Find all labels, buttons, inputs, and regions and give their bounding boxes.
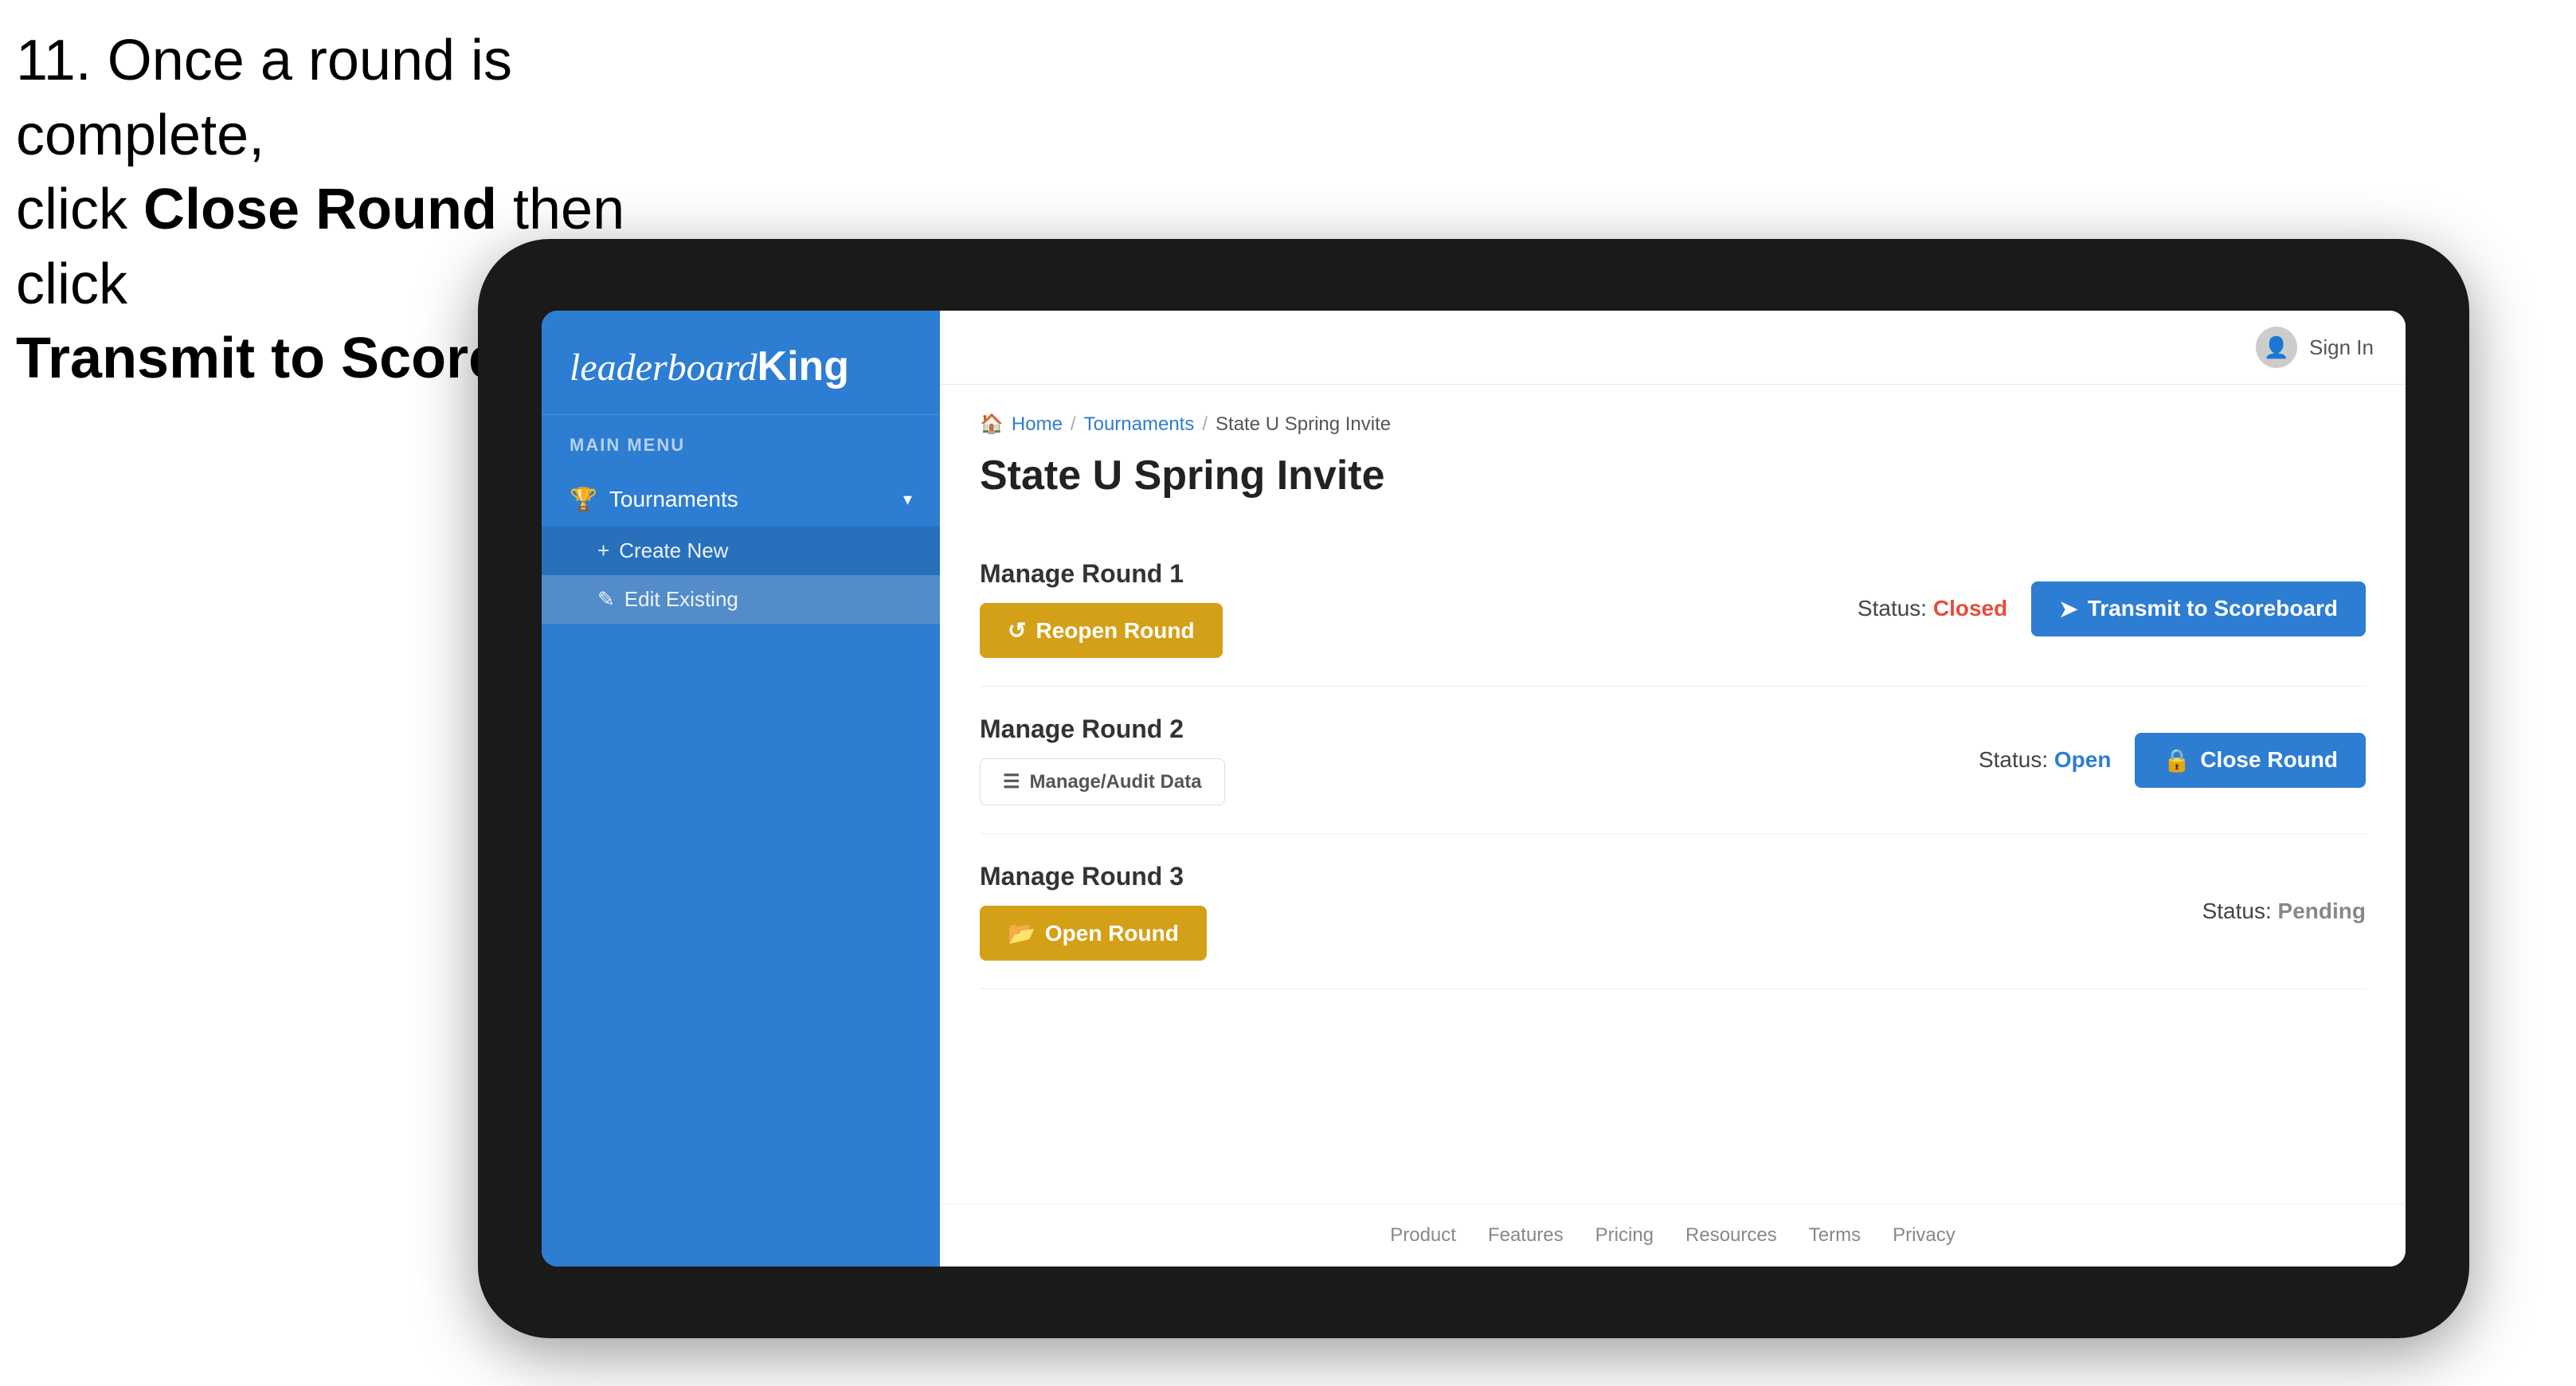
audit-icon: ☰ (1003, 770, 1020, 793)
reopen-round-button[interactable]: ↺ Reopen Round (980, 603, 1223, 658)
transmit-scoreboard-label: Transmit to Scoreboard (2088, 596, 2338, 621)
breadcrumb-home[interactable]: Home (1012, 413, 1063, 436)
round-3-left: Manage Round 3 📂 Open Round (980, 862, 1207, 961)
round-1-status-label: Status: (1858, 596, 1927, 621)
round-2-left: Manage Round 2 ☰ Manage/Audit Data (980, 715, 1225, 805)
round-2-right: Status: Open 🔒 Close Round (1979, 733, 2366, 788)
sign-in-area[interactable]: 👤 Sign In (2256, 327, 2374, 368)
footer: Product Features Pricing Resources Terms… (940, 1204, 2406, 1267)
instruction-bold1: Close Round (143, 178, 497, 241)
manage-audit-label: Manage/Audit Data (1030, 771, 1202, 793)
close-round-button[interactable]: 🔒 Close Round (2135, 733, 2366, 788)
round-1-title: Manage Round 1 (980, 559, 1223, 589)
breadcrumb-tournaments[interactable]: Tournaments (1084, 413, 1195, 436)
sub-nav: + Create New ✎ Edit Existing (542, 527, 940, 624)
sidebar-item-edit-existing[interactable]: ✎ Edit Existing (542, 575, 940, 624)
app-layout: leaderboardKing MAIN MENU 🏆 Tournaments … (542, 311, 2406, 1267)
footer-privacy[interactable]: Privacy (1893, 1224, 1955, 1247)
round-2-status: Status: Open (1979, 747, 2112, 773)
round-2-title: Manage Round 2 (980, 715, 1225, 744)
open-icon: 📂 (1008, 920, 1035, 946)
sidebar-nav: 🏆 Tournaments ▾ + Create New ✎ Edit Exis… (542, 464, 940, 632)
round-1-left: Manage Round 1 ↺ Reopen Round (980, 559, 1223, 658)
page-title: State U Spring Invite (980, 452, 2366, 499)
round-3-status-label: Status: (2202, 899, 2272, 923)
tablet-device: leaderboardKing MAIN MENU 🏆 Tournaments … (478, 239, 2469, 1338)
round-2-status-value: Open (2054, 747, 2112, 772)
round-3-title: Manage Round 3 (980, 862, 1207, 891)
logo-area: leaderboardKing (542, 311, 940, 415)
sidebar-item-tournaments[interactable]: 🏆 Tournaments ▾ (542, 472, 940, 527)
open-round-button[interactable]: 📂 Open Round (980, 906, 1207, 961)
chevron-down-icon: ▾ (903, 489, 912, 510)
main-content: 👤 Sign In 🏠 Home / Tournaments / State U… (940, 311, 2406, 1267)
instruction-line2: click (16, 178, 143, 241)
edit-icon: ✎ (597, 587, 615, 612)
home-icon: 🏠 (980, 413, 1004, 436)
breadcrumb-current: State U Spring Invite (1216, 413, 1391, 436)
round-1-section: Manage Round 1 ↺ Reopen Round Status: Cl… (980, 531, 2366, 687)
trophy-icon: 🏆 (570, 486, 597, 512)
create-new-label: Create New (619, 538, 728, 563)
round-2-section: Manage Round 2 ☰ Manage/Audit Data Statu… (980, 687, 2366, 834)
round-1-right: Status: Closed ➤ Transmit to Scoreboard (1858, 581, 2366, 636)
breadcrumb-sep2: / (1202, 413, 1208, 436)
avatar: 👤 (2256, 327, 2297, 368)
footer-terms[interactable]: Terms (1809, 1224, 1861, 1247)
logo: leaderboardKing (570, 343, 912, 390)
edit-existing-label: Edit Existing (624, 587, 738, 612)
round-3-section: Manage Round 3 📂 Open Round Status: Pend… (980, 834, 2366, 989)
top-bar: 👤 Sign In (940, 311, 2406, 385)
round-1-status: Status: Closed (1858, 596, 2007, 621)
footer-resources[interactable]: Resources (1685, 1224, 1777, 1247)
plus-icon: + (597, 538, 609, 563)
instruction-line1: 11. Once a round is complete, (16, 29, 512, 167)
close-round-label: Close Round (2200, 747, 2338, 773)
sign-in-label[interactable]: Sign In (2309, 335, 2374, 360)
main-menu-label: MAIN MENU (542, 415, 940, 464)
logo-leaderboard: leaderboard (570, 346, 758, 389)
round-3-right: Status: Pending (2202, 899, 2366, 924)
sidebar: leaderboardKing MAIN MENU 🏆 Tournaments … (542, 311, 940, 1267)
reopen-round-label: Reopen Round (1035, 618, 1194, 644)
open-round-label: Open Round (1045, 921, 1179, 946)
sidebar-item-create-new[interactable]: + Create New (542, 527, 940, 575)
tournaments-nav-label: Tournaments (609, 487, 891, 512)
tablet-screen: leaderboardKing MAIN MENU 🏆 Tournaments … (542, 311, 2406, 1267)
round-1-status-value: Closed (1933, 596, 2007, 621)
round-3-status: Status: Pending (2202, 899, 2366, 924)
manage-audit-button[interactable]: ☰ Manage/Audit Data (980, 758, 1225, 805)
footer-features[interactable]: Features (1488, 1224, 1564, 1247)
content-area: 🏠 Home / Tournaments / State U Spring In… (940, 385, 2406, 1204)
footer-product[interactable]: Product (1390, 1224, 1456, 1247)
transmit-scoreboard-button[interactable]: ➤ Transmit to Scoreboard (2031, 581, 2366, 636)
breadcrumb-sep1: / (1071, 413, 1076, 436)
round-2-status-label: Status: (1979, 747, 2048, 772)
round-3-status-value: Pending (2278, 899, 2366, 923)
reopen-icon: ↺ (1008, 617, 1026, 644)
breadcrumb: 🏠 Home / Tournaments / State U Spring In… (980, 413, 2366, 436)
transmit-icon: ➤ (2059, 596, 2077, 622)
footer-pricing[interactable]: Pricing (1595, 1224, 1654, 1247)
lock-icon: 🔒 (2163, 747, 2190, 773)
logo-king: King (758, 343, 850, 390)
